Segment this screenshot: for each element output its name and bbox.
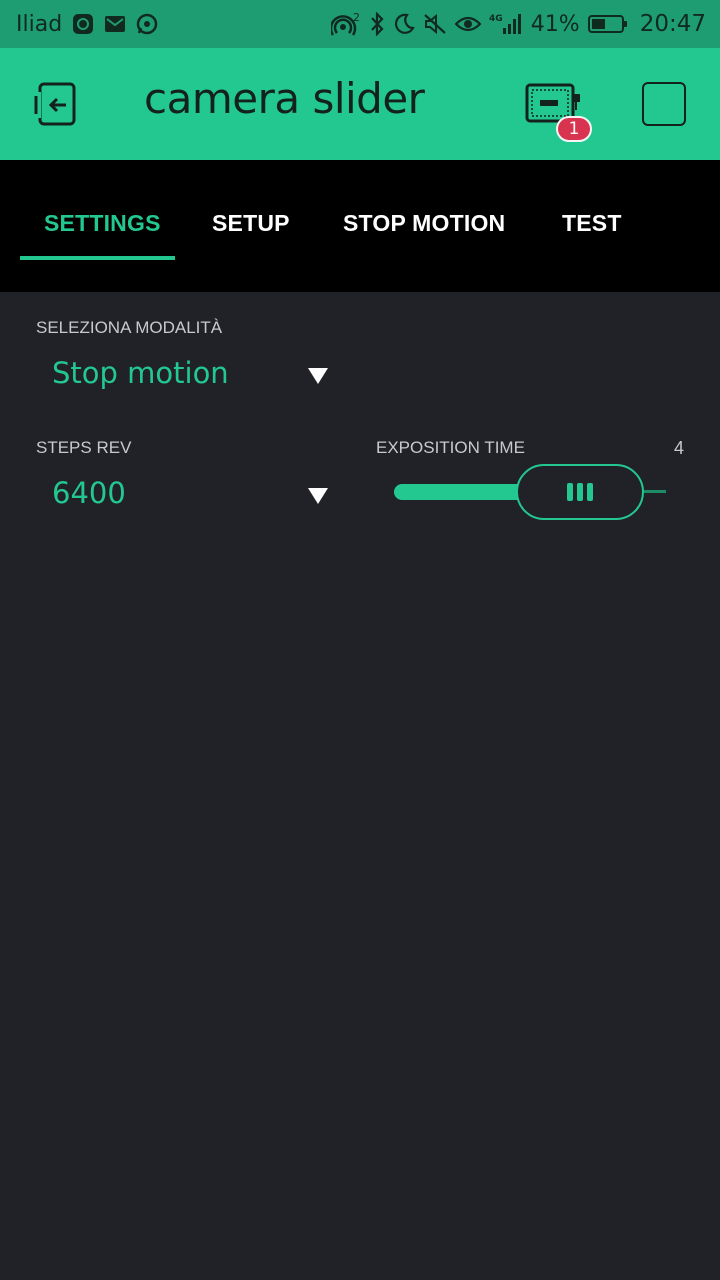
iliad-app-icon — [72, 13, 94, 35]
mode-dropdown[interactable]: Stop motion — [36, 350, 336, 404]
exposition-label: EXPOSITION TIME — [376, 438, 525, 457]
clock: 20:47 — [639, 11, 706, 37]
mail-icon — [104, 15, 126, 33]
battery-icon — [587, 14, 628, 34]
steps-label: STEPS REV — [36, 438, 132, 457]
active-tab-indicator — [20, 256, 175, 260]
hotspot-icon: 2 — [330, 11, 361, 37]
slider-thumb[interactable] — [516, 464, 644, 520]
tab-test[interactable]: TEST — [562, 210, 622, 237]
battery-percent: 41% — [530, 11, 580, 37]
app-title: camera slider — [144, 74, 425, 123]
dropdown-arrow-icon — [308, 488, 328, 504]
dropdown-arrow-icon — [308, 368, 328, 384]
steps-value: 6400 — [52, 476, 126, 510]
grip-icon — [567, 483, 593, 501]
mute-icon — [423, 13, 447, 35]
slider-fill — [394, 484, 536, 500]
exposition-value: 4 — [673, 438, 684, 458]
tab-stop-motion[interactable]: STOP MOTION — [343, 210, 505, 237]
run-stop-button[interactable] — [642, 82, 686, 126]
exposition-slider[interactable] — [394, 462, 666, 522]
carrier-name: Iliad — [16, 11, 63, 37]
status-bar: Iliad 2 4G 41% 20:47 — [0, 0, 720, 48]
device-count-badge: 1 — [556, 116, 592, 142]
steps-dropdown[interactable]: 6400 — [36, 470, 336, 524]
eye-icon — [454, 15, 481, 33]
tab-setup[interactable]: SETUP — [212, 210, 290, 237]
signal-icon: 4G — [489, 12, 523, 36]
device-button[interactable]: 1 — [524, 82, 592, 144]
exit-button[interactable] — [30, 82, 82, 128]
mode-value: Stop motion — [52, 356, 229, 390]
tab-bar: SETTINGS SETUP STOP MOTION TEST — [0, 160, 720, 292]
bluetooth-icon — [369, 12, 385, 36]
app-bar: camera slider 1 — [0, 48, 720, 160]
exit-icon — [33, 82, 76, 126]
mode-label: SELEZIONA MODALITÀ — [36, 318, 223, 337]
tab-settings[interactable]: SETTINGS — [44, 210, 161, 237]
hotspot-superscript: 2 — [353, 11, 360, 24]
whatsapp-icon — [136, 13, 158, 35]
network-type: 4G — [489, 14, 503, 24]
moon-icon — [393, 13, 415, 35]
